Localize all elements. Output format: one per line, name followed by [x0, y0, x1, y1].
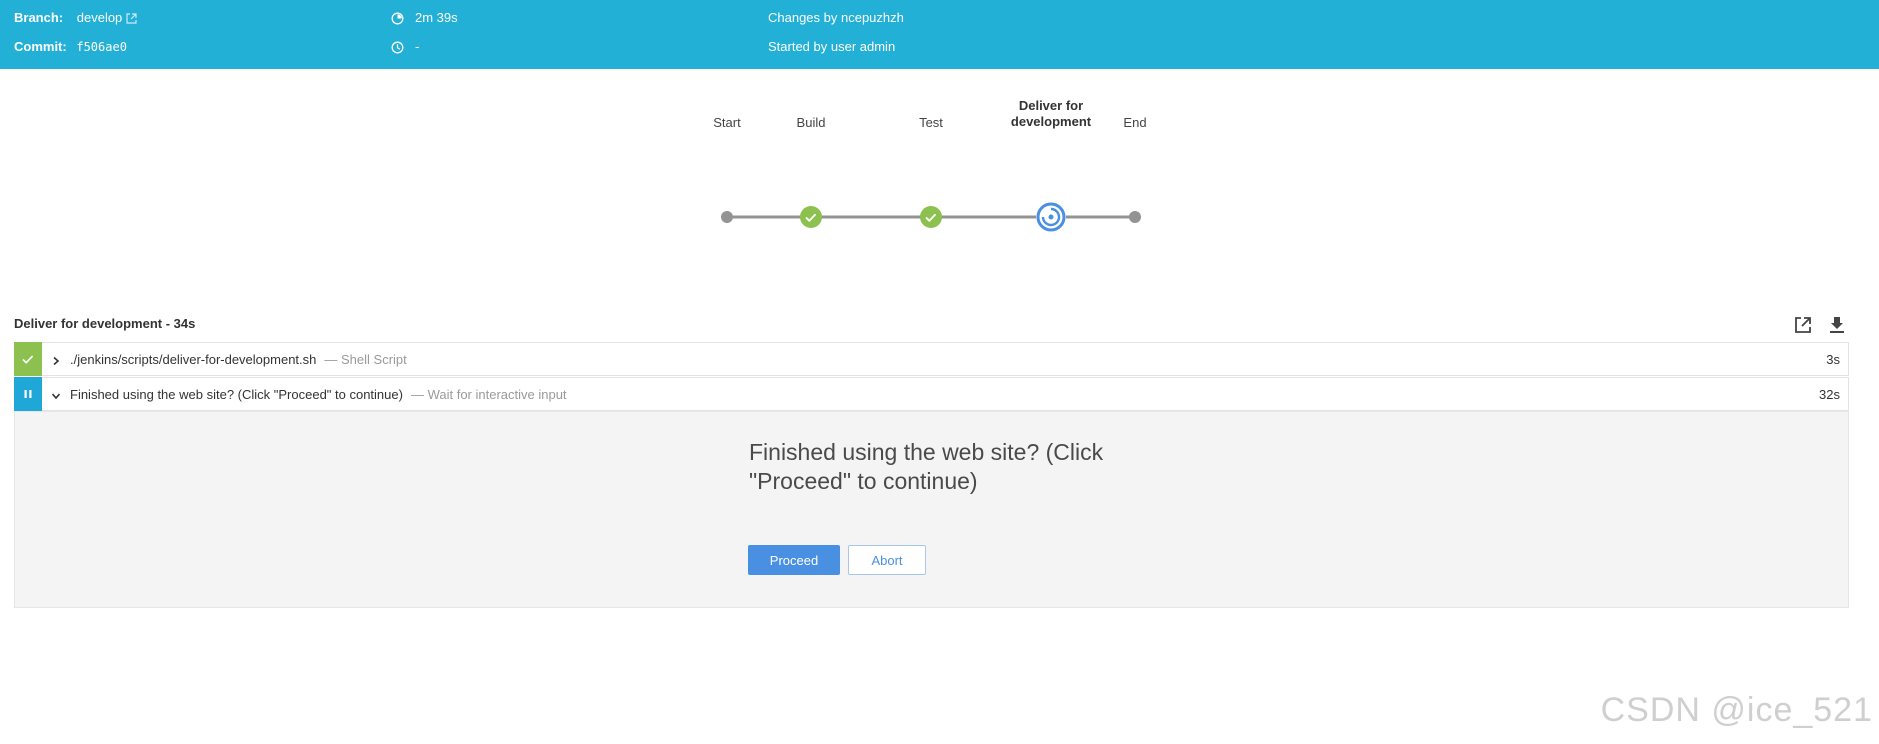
stage-label-deliver-line1: Deliver for: [1018, 98, 1084, 113]
duration-icon: [391, 12, 404, 28]
build-node-success-icon[interactable]: [800, 206, 822, 228]
check-icon: [22, 355, 34, 364]
run-header: Branch: develop Commit: f506ae0 2m 39s -…: [0, 0, 1879, 69]
watermark: CSDN @ice_521: [1600, 691, 1873, 729]
step-command: Finished using the web site? (Click "Pro…: [70, 387, 403, 402]
branch-info: Branch: develop: [14, 10, 137, 28]
external-link-icon[interactable]: [126, 12, 137, 28]
started-by-info: Started by user admin: [768, 39, 896, 54]
download-icon[interactable]: [1827, 315, 1847, 340]
test-node-success-icon[interactable]: [920, 206, 942, 228]
step-paused-status: [14, 377, 42, 411]
stage-label-deliver-line2: development: [1010, 114, 1092, 129]
open-in-new-icon[interactable]: [1793, 315, 1813, 340]
deliver-node-running-icon[interactable]: [1036, 202, 1066, 232]
step-row-shell-script[interactable]: ./jenkins/scripts/deliver-for-developmen…: [14, 342, 1849, 376]
chevron-right-icon[interactable]: [51, 354, 61, 369]
start-node: [721, 211, 733, 223]
commit-label: Commit:: [14, 39, 67, 54]
run-duration: 2m 39s: [415, 10, 458, 25]
step-command: ./jenkins/scripts/deliver-for-developmen…: [70, 352, 317, 367]
step-duration: 3s: [1826, 352, 1840, 367]
input-panel: Finished using the web site? (Click "Pro…: [14, 411, 1849, 608]
stage-steps-title: Deliver for development - 34s: [14, 316, 196, 331]
input-message: Finished using the web site? (Click "Pro…: [749, 439, 1104, 494]
end-node: [1129, 211, 1141, 223]
commit-hash[interactable]: f506ae0: [76, 40, 127, 54]
pause-icon: [24, 390, 32, 398]
step-type: — Wait for interactive input: [410, 387, 567, 402]
branch-label: Branch:: [14, 10, 64, 25]
start-time: -: [415, 39, 420, 54]
commit-info: Commit: f506ae0: [14, 39, 127, 55]
step-duration: 32s: [1819, 387, 1840, 402]
step-text: Finished using the web site? (Click "Pro…: [70, 387, 567, 402]
clock-icon: [391, 41, 404, 57]
abort-button[interactable]: Abort: [848, 545, 926, 575]
step-success-status: [14, 342, 42, 376]
branch-link[interactable]: develop: [77, 10, 123, 25]
stage-label-deliver[interactable]: Deliver for development: [1011, 98, 1091, 130]
pipeline-graph: Start Build Test Deliver for development…: [0, 69, 1879, 309]
pipeline-track: [721, 202, 1141, 232]
chevron-down-icon[interactable]: [51, 389, 61, 404]
step-text: ./jenkins/scripts/deliver-for-developmen…: [70, 352, 407, 367]
changes-info: Changes by ncepuzhzh: [768, 10, 904, 25]
step-type: — Shell Script: [324, 352, 407, 367]
step-row-input[interactable]: Finished using the web site? (Click "Pro…: [14, 377, 1849, 411]
proceed-button[interactable]: Proceed: [748, 545, 840, 575]
